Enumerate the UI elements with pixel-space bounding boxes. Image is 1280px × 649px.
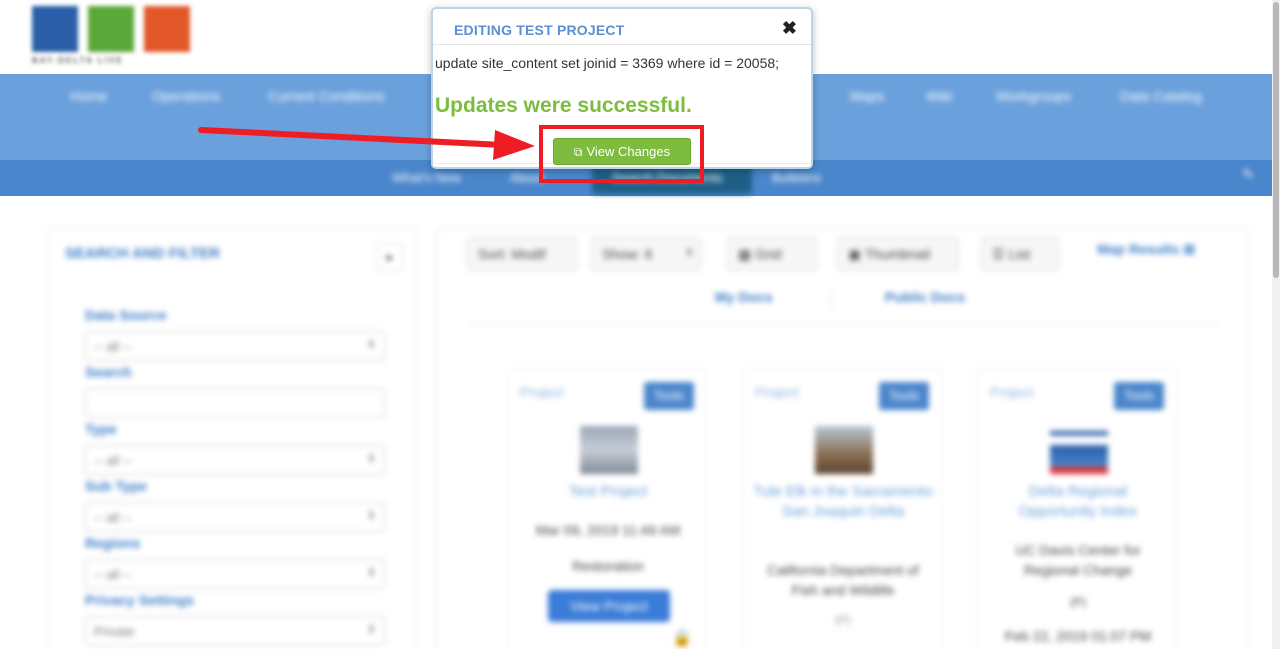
grid-label: Grid xyxy=(755,246,782,262)
lock-icon: 🔒 xyxy=(672,630,692,647)
success-message: Updates were successful. xyxy=(435,94,692,117)
card-title-link[interactable]: Test Project xyxy=(518,482,698,502)
nav-item-current-conditions[interactable]: Current Conditions xyxy=(268,88,385,104)
sort-value: Sort: Modif xyxy=(478,246,546,262)
select-caret-icon: ⇕ xyxy=(366,339,376,351)
result-card[interactable]: Project Tools Tule Elk in the Sacramento… xyxy=(742,369,942,649)
result-card[interactable]: Project Tools Delta Regional Opportunity… xyxy=(977,369,1177,649)
filter-label-privacy: Privacy Settings xyxy=(85,592,194,608)
sort-select[interactable]: Sort: Modif xyxy=(467,237,577,271)
select-caret-icon: ⇕ xyxy=(366,567,376,579)
list-view-button[interactable]: ☰ List xyxy=(981,237,1059,271)
card-date: Feb 22, 2019 01:07 PM xyxy=(1004,628,1152,644)
map-icon: ⊞ xyxy=(1183,241,1196,257)
data-source-select[interactable]: -- all -- ⇕ xyxy=(85,331,385,361)
nav-item-wiki[interactable]: Wiki xyxy=(926,88,952,104)
select-caret-icon: ⇕ xyxy=(684,247,694,259)
type-select[interactable]: -- all -- ⇕ xyxy=(85,445,385,475)
card-privacy: (P) xyxy=(1070,595,1086,609)
tab-underline xyxy=(467,323,1219,325)
filter-label-regions: Regions xyxy=(85,535,141,551)
map-results-label: Map Results xyxy=(1097,241,1180,257)
modal-header: EDITING TEST PROJECT ✖ xyxy=(433,9,811,45)
filter-label-search: Search xyxy=(85,364,132,380)
edit-icon[interactable]: ✎ xyxy=(1242,166,1254,183)
logo-tile-blue xyxy=(32,6,78,52)
card-type: Project xyxy=(990,384,1034,400)
nav-item-maps[interactable]: Maps xyxy=(850,88,884,104)
site-logo[interactable]: BAY-DELTA LIVE xyxy=(32,6,192,68)
map-results-link[interactable]: Map Results ⊞ xyxy=(1097,241,1195,258)
card-tools-button[interactable]: Tools xyxy=(879,382,929,410)
sub-type-value: -- all -- xyxy=(94,510,132,525)
show-value: Show: 6 xyxy=(602,246,653,262)
card-thumbnail[interactable] xyxy=(1050,426,1108,474)
card-privacy: (P) xyxy=(835,613,851,627)
tab-public-docs[interactable]: Public Docs xyxy=(885,289,965,305)
logo-tile-orange xyxy=(144,6,190,52)
filter-label-type: Type xyxy=(85,421,117,437)
sub-type-select[interactable]: -- all -- ⇕ xyxy=(85,502,385,532)
close-icon[interactable]: ✖ xyxy=(782,18,797,38)
search-input[interactable] xyxy=(85,388,385,418)
result-card[interactable]: Project Tools Test Project Mar 09, 2019 … xyxy=(507,369,707,649)
regions-value: -- all -- xyxy=(94,567,132,582)
card-organization: California Department of Fish and Wildli… xyxy=(767,562,919,598)
type-value: -- all -- xyxy=(94,453,132,468)
select-caret-icon: ⇕ xyxy=(366,624,376,636)
logo-tile-green xyxy=(88,6,134,52)
card-date: Mar 09, 2019 11:49 AM xyxy=(535,522,681,538)
search-filter-panel: SEARCH AND FILTER ▸ Data Source -- all -… xyxy=(48,228,418,649)
grid-view-button[interactable]: ▦ Grid xyxy=(727,237,817,271)
privacy-select[interactable]: Private ⇕ xyxy=(85,616,385,646)
subnav-item-bulletins[interactable]: Bulletins xyxy=(772,170,821,185)
collapse-panel-button[interactable]: ▸ xyxy=(377,243,403,271)
show-select[interactable]: Show: 6 ⇕ xyxy=(591,237,701,271)
logo-tagline: BAY-DELTA LIVE xyxy=(32,56,124,65)
card-title-link[interactable]: Delta Regional Opportunity Index xyxy=(988,482,1168,522)
arrow-head xyxy=(493,130,535,160)
tab-divider xyxy=(831,289,832,311)
regions-select[interactable]: -- all -- ⇕ xyxy=(85,559,385,589)
annotation-highlight-box xyxy=(539,125,704,183)
card-thumbnail[interactable] xyxy=(815,426,873,474)
card-tools-button[interactable]: Tools xyxy=(1114,382,1164,410)
subnav-item-whats-new[interactable]: What's New xyxy=(392,170,461,185)
results-panel: Sort: Modif Show: 6 ⇕ ▦ Grid ▣ Thumbnail… xyxy=(436,228,1248,649)
modal-title: EDITING TEST PROJECT xyxy=(454,22,625,38)
select-caret-icon: ⇕ xyxy=(366,453,376,465)
thumbnail-view-button[interactable]: ▣ Thumbnail xyxy=(837,237,959,271)
card-tools-button[interactable]: Tools xyxy=(644,382,694,410)
arrow-shaft xyxy=(198,127,506,148)
scrollbar-thumb[interactable] xyxy=(1273,2,1279,278)
nav-item-home[interactable]: Home xyxy=(70,88,107,104)
filter-panel-title: SEARCH AND FILTER xyxy=(65,245,220,262)
card-thumbnail[interactable] xyxy=(580,426,638,474)
page-scrollbar[interactable] xyxy=(1272,0,1280,649)
card-title-link[interactable]: Tule Elk in the Sacramento San Joaquin D… xyxy=(753,482,933,522)
sql-statement: update site_content set joinid = 3369 wh… xyxy=(435,55,780,71)
select-caret-icon: ⇕ xyxy=(366,510,376,522)
card-type: Project xyxy=(755,384,799,400)
list-label: List xyxy=(1008,246,1031,262)
data-source-value: -- all -- xyxy=(94,339,132,354)
card-type: Project xyxy=(520,384,564,400)
view-project-button[interactable]: View Project xyxy=(548,590,670,622)
filter-label-sub-type: Sub Type xyxy=(85,478,147,494)
tab-my-docs[interactable]: My Docs xyxy=(715,289,773,305)
thumbnail-label: Thumbnail xyxy=(864,246,931,262)
grid-icon: ▦ xyxy=(738,246,752,262)
annotation-arrow xyxy=(198,127,535,160)
privacy-value: Private xyxy=(94,624,135,639)
card-category: Restoration xyxy=(572,558,644,574)
nav-item-operations[interactable]: Operations xyxy=(152,88,220,104)
nav-item-workgroups[interactable]: Workgroups xyxy=(996,88,1071,104)
card-organization: UC Davis Center for Regional Change xyxy=(1015,542,1141,578)
thumbnail-icon: ▣ xyxy=(848,246,862,262)
nav-item-data-catalog[interactable]: Data Catalog xyxy=(1120,88,1202,104)
list-icon: ☰ xyxy=(992,246,1005,262)
filter-label-data-source: Data Source xyxy=(85,307,167,323)
